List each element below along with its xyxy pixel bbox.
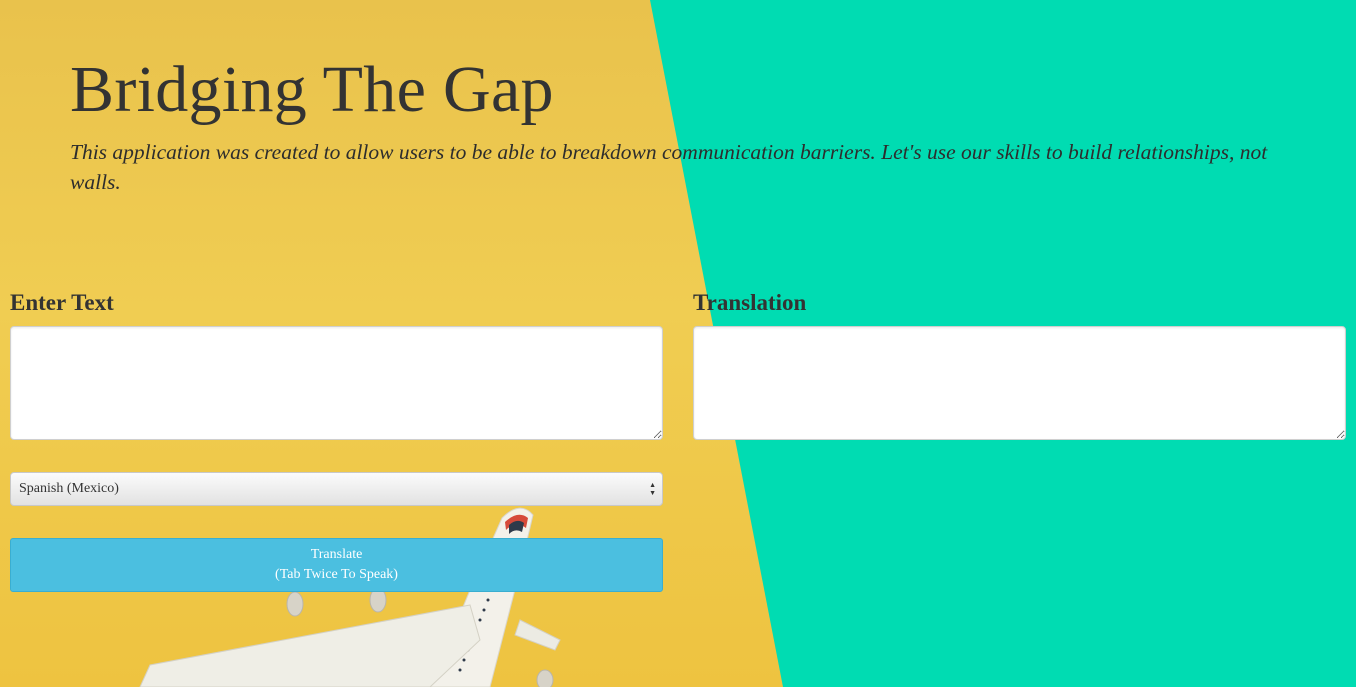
language-select-value: Spanish (Mexico): [19, 481, 119, 496]
translate-button-hint: (Tab Twice To Speak): [275, 567, 398, 582]
translate-button[interactable]: Translate (Tab Twice To Speak): [10, 538, 663, 592]
page-content: Bridging The Gap This application was cr…: [0, 0, 1356, 687]
page-title: Bridging The Gap: [70, 53, 554, 126]
page-subtitle: This application was created to allow us…: [70, 140, 1268, 194]
translation-label: Translation: [693, 290, 807, 315]
select-arrows-icon: ▲ ▼: [649, 481, 656, 497]
translate-button-label: Translate: [310, 547, 363, 562]
translation-output[interactable]: [693, 326, 1346, 440]
source-text-input[interactable]: [10, 326, 663, 440]
enter-text-label: Enter Text: [10, 290, 114, 315]
language-select[interactable]: Spanish (Mexico) ▲ ▼: [10, 472, 663, 506]
